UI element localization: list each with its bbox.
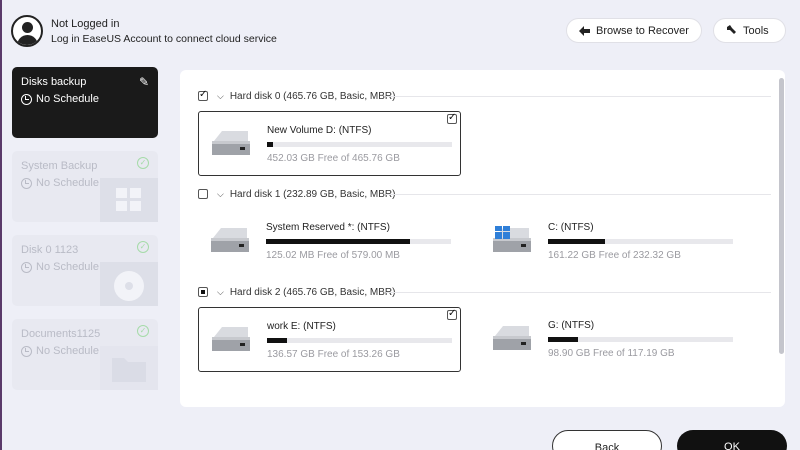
chevron-down-icon[interactable]: ⌵ bbox=[217, 189, 224, 200]
window-edge bbox=[0, 0, 2, 450]
disk-icon bbox=[100, 262, 158, 306]
task-title: Documents1125 bbox=[21, 328, 101, 340]
schedule-text: No Schedule bbox=[36, 345, 99, 357]
schedule-text: No Schedule bbox=[36, 261, 99, 273]
partition-free: 452.03 GB Free of 465.76 GB bbox=[267, 153, 400, 164]
account-status: Not Logged in bbox=[51, 18, 120, 30]
browse-label: Browse to Recover bbox=[596, 24, 689, 37]
success-check-icon: ✓ bbox=[137, 241, 149, 253]
disk-label: Hard disk 2 (465.76 GB, Basic, MBR) bbox=[229, 286, 396, 298]
task-title: Disks backup bbox=[21, 76, 87, 88]
partition-name: System Reserved *: (NTFS) bbox=[266, 222, 390, 233]
clock-icon bbox=[21, 93, 32, 105]
success-check-icon: ✓ bbox=[137, 325, 149, 337]
partition-free: 136.57 GB Free of 153.26 GB bbox=[267, 349, 400, 360]
hard-drive-icon bbox=[211, 228, 249, 252]
chevron-down-icon[interactable]: ⌵ bbox=[217, 91, 224, 102]
usage-bar bbox=[548, 337, 733, 342]
disk-header-2[interactable]: ⌵ Hard disk 2 (465.76 GB, Basic, MBR) bbox=[198, 285, 395, 299]
task-schedule: No Schedule bbox=[21, 261, 99, 273]
partition-tile[interactable]: System Reserved *: (NTFS) 125.02 MB Free… bbox=[198, 209, 461, 274]
windows-drive-icon bbox=[493, 226, 531, 252]
panel-scrollbar[interactable] bbox=[779, 78, 784, 354]
account-hint[interactable]: Log in EaseUS Account to connect cloud s… bbox=[51, 33, 277, 45]
usage-bar bbox=[267, 338, 452, 343]
browse-to-recover-button[interactable]: Browse to Recover bbox=[566, 18, 702, 43]
back-button[interactable]: Back bbox=[552, 430, 662, 450]
clock-icon bbox=[21, 177, 32, 189]
schedule-text: No Schedule bbox=[36, 93, 99, 105]
partition-tile[interactable]: C: (NTFS) 161.22 GB Free of 232.32 GB bbox=[480, 209, 743, 274]
partition-free: 161.22 GB Free of 232.32 GB bbox=[548, 250, 681, 261]
schedule-text: No Schedule bbox=[36, 177, 99, 189]
divider bbox=[386, 194, 771, 195]
disk-label: Hard disk 0 (465.76 GB, Basic, MBR) bbox=[229, 90, 396, 102]
sidebar-item-documents1125[interactable]: Documents1125 ✓ No Schedule bbox=[12, 319, 158, 390]
success-check-icon: ✓ bbox=[137, 157, 149, 169]
usage-bar bbox=[266, 239, 451, 244]
sidebar-item-disk-0-1123[interactable]: Disk 0 1123 ✓ No Schedule bbox=[12, 235, 158, 306]
partition-tile[interactable]: New Volume D: (NTFS) 452.03 GB Free of 4… bbox=[198, 111, 461, 176]
disk-header-1[interactable]: ⌵ Hard disk 1 (232.89 GB, Basic, MBR) bbox=[198, 187, 395, 201]
chevron-down-icon[interactable]: ⌵ bbox=[217, 287, 224, 298]
partition-name: G: (NTFS) bbox=[548, 320, 595, 331]
partition-name: C: (NTFS) bbox=[548, 222, 594, 233]
task-title: System Backup bbox=[21, 160, 98, 172]
sidebar-item-disks-backup[interactable]: Disks backup ✎ No Schedule bbox=[12, 67, 158, 138]
edit-icon[interactable]: ✎ bbox=[139, 75, 149, 89]
partition-tile[interactable]: work E: (NTFS) 136.57 GB Free of 153.26 … bbox=[198, 307, 461, 372]
folder-icon bbox=[100, 346, 158, 390]
task-schedule: No Schedule bbox=[21, 177, 99, 189]
partition-free: 125.02 MB Free of 579.00 MB bbox=[266, 250, 400, 261]
back-arrow-icon bbox=[579, 25, 590, 36]
disk-0-checkbox[interactable] bbox=[198, 89, 208, 101]
partition-free: 98.90 GB Free of 117.19 GB bbox=[548, 348, 675, 359]
disk-header-0[interactable]: ⌵ Hard disk 0 (465.76 GB, Basic, MBR) bbox=[198, 89, 395, 103]
ok-button[interactable]: OK bbox=[677, 430, 787, 450]
partition-name: work E: (NTFS) bbox=[267, 321, 336, 332]
usage-bar bbox=[267, 142, 452, 147]
disk-2-checkbox[interactable] bbox=[198, 287, 208, 297]
task-schedule: No Schedule bbox=[21, 345, 99, 357]
task-title: Disk 0 1123 bbox=[21, 244, 79, 256]
partition-name: New Volume D: (NTFS) bbox=[267, 125, 372, 136]
hard-drive-icon bbox=[212, 327, 250, 351]
usage-bar bbox=[548, 239, 733, 244]
divider bbox=[386, 292, 771, 293]
tools-label: Tools bbox=[743, 24, 769, 37]
divider bbox=[386, 96, 771, 97]
partition-tile[interactable]: G: (NTFS) 98.90 GB Free of 117.19 GB bbox=[480, 307, 743, 372]
sidebar-item-system-backup[interactable]: System Backup ✓ No Schedule bbox=[12, 151, 158, 222]
task-schedule: No Schedule bbox=[21, 93, 99, 105]
clock-icon bbox=[21, 261, 32, 273]
hard-drive-icon bbox=[212, 131, 250, 155]
tools-button[interactable]: Tools bbox=[713, 18, 786, 43]
hard-drive-icon bbox=[493, 326, 531, 350]
partition-checkbox[interactable] bbox=[447, 112, 457, 124]
user-avatar-icon[interactable] bbox=[11, 15, 43, 47]
partition-checkbox[interactable] bbox=[447, 308, 457, 320]
disk-1-checkbox[interactable] bbox=[198, 189, 208, 199]
clock-icon bbox=[21, 345, 32, 357]
disk-label: Hard disk 1 (232.89 GB, Basic, MBR) bbox=[229, 188, 396, 200]
windows-logo-icon bbox=[100, 178, 158, 222]
wrench-icon bbox=[727, 25, 736, 34]
